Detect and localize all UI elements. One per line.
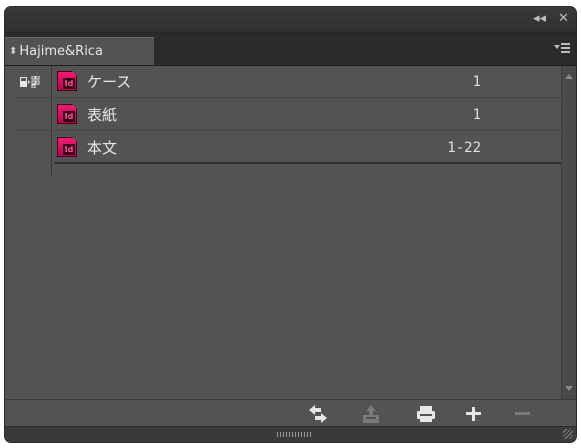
save-book-icon[interactable] [360, 404, 382, 424]
document-row[interactable]: Id 本文 1-22 [5, 132, 561, 164]
indesign-doc-icon: Id [57, 137, 77, 157]
document-name: ケース [87, 73, 132, 91]
tab-label: Hajime&Rica [19, 44, 103, 59]
document-pages: 1-22 [447, 140, 481, 156]
indesign-doc-icon: Id [57, 71, 77, 91]
vertical-scrollbar[interactable] [561, 66, 576, 399]
book-panel: ◂◂ ✕ ⬍ Hajime&Rica Id ケース 1 Id 表紙 1 Id 本… [4, 6, 577, 443]
document-pages: 1 [472, 107, 481, 123]
tab-bar: ⬍ Hajime&Rica [5, 33, 576, 66]
remove-document-icon[interactable] [512, 404, 534, 424]
panel-grip-icon[interactable] [277, 432, 313, 437]
resize-grip-icon[interactable] [563, 429, 573, 439]
indesign-doc-icon: Id [57, 104, 77, 124]
close-icon[interactable]: ✕ [558, 11, 569, 27]
document-name: 本文 [87, 139, 118, 157]
document-list: Id ケース 1 Id 表紙 1 Id 本文 1-22 [5, 66, 561, 399]
tab-hajime-rica[interactable]: ⬍ Hajime&Rica [5, 37, 155, 65]
add-document-icon[interactable] [463, 404, 485, 424]
document-row[interactable]: Id 表紙 1 [5, 99, 561, 131]
tab-stepper-icon: ⬍ [9, 45, 18, 57]
scroll-down-icon[interactable] [565, 386, 573, 391]
document-pages: 1 [472, 74, 481, 90]
synchronize-icon[interactable] [307, 404, 329, 424]
scroll-up-icon[interactable] [565, 74, 573, 79]
panel-title-bar[interactable]: ◂◂ ✕ [5, 7, 576, 33]
style-source-sync-icon[interactable] [20, 76, 40, 88]
print-book-icon[interactable] [415, 404, 437, 424]
collapse-icon[interactable]: ◂◂ [533, 11, 546, 27]
panel-menu-icon[interactable] [554, 41, 570, 55]
panel-footer [5, 399, 576, 428]
panel-bottom-bar [5, 426, 576, 442]
document-row[interactable]: Id ケース 1 [5, 66, 561, 98]
document-name: 表紙 [87, 106, 118, 124]
